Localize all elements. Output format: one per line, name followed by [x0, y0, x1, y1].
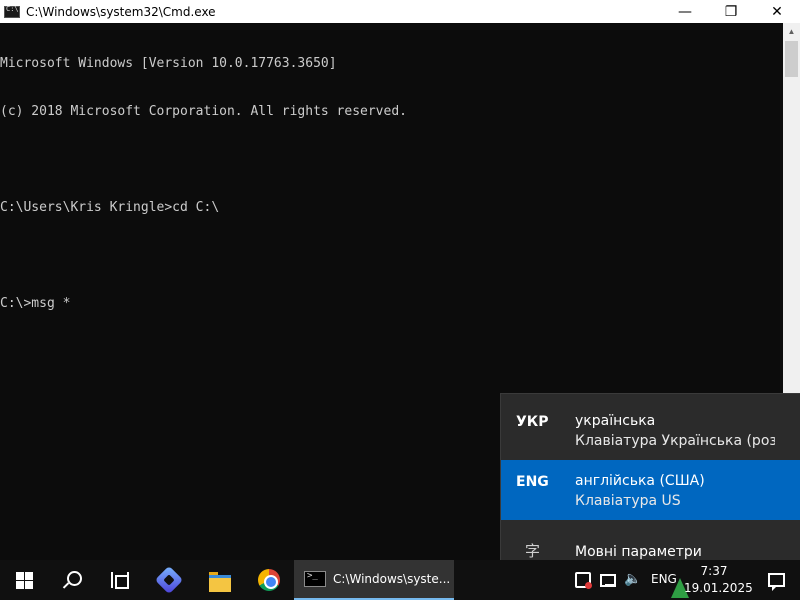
clock-time: 7:37 — [700, 564, 728, 578]
language-settings-link[interactable]: 字 Мовні параметри — [501, 534, 800, 561]
search-button[interactable] — [48, 560, 96, 600]
language-code: УКР — [516, 414, 549, 430]
taskbar-cmd-window[interactable]: C:\Windows\syste... — [294, 560, 454, 600]
chrome-button[interactable] — [245, 560, 293, 600]
maximize-button[interactable]: ❐ — [708, 0, 754, 23]
language-name: англійська (США) — [575, 473, 705, 489]
clock[interactable]: 7:37 19.01.2025 — [684, 563, 753, 597]
cmd-app-icon[interactable] — [4, 5, 20, 18]
file-explorer-button[interactable] — [196, 560, 244, 600]
volume-icon[interactable]: 🔈 — [624, 570, 642, 587]
language-name: українська — [575, 413, 656, 429]
notification-icon — [767, 573, 785, 591]
clock-date: 19.01.2025 — [684, 581, 753, 595]
keyboard-layout: Клавіатура US — [575, 493, 681, 509]
language-flyout: УКР українська Клавіатура Українська (ро… — [500, 393, 800, 560]
language-settings-icon: 字 — [525, 542, 541, 560]
scroll-up-arrow-icon[interactable]: ▲ — [783, 23, 800, 40]
scroll-thumb[interactable] — [785, 41, 798, 77]
folder-icon — [209, 571, 231, 592]
close-button[interactable]: ✕ — [754, 0, 800, 23]
power-automate-button[interactable] — [145, 560, 193, 600]
language-code: ENG — [516, 474, 549, 490]
console-line: Microsoft Windows [Version 10.0.17763.36… — [0, 56, 337, 71]
language-item-ukrainian[interactable]: УКР українська Клавіатура Українська (ро… — [501, 400, 800, 460]
cmd-icon — [304, 571, 326, 587]
task-view-button[interactable] — [96, 560, 144, 600]
window-title: C:\Windows\system32\Cmd.exe — [26, 4, 216, 19]
start-button[interactable] — [0, 560, 48, 600]
power-automate-icon — [154, 565, 184, 595]
minimize-button[interactable]: — — [662, 0, 708, 23]
windows-logo-icon — [15, 571, 33, 589]
console-line: (c) 2018 Microsoft Corporation. All righ… — [0, 104, 407, 119]
task-view-icon — [111, 572, 129, 589]
security-shield-icon[interactable] — [575, 572, 592, 589]
window-titlebar[interactable]: C:\Windows\system32\Cmd.exe — ❐ ✕ — [0, 0, 800, 23]
language-item-english[interactable]: ENG англійська (США) Клавіатура US — [501, 460, 800, 520]
console-line: C:\Users\Kris Kringle>cd C:\ — [0, 200, 220, 215]
network-icon[interactable] — [600, 572, 618, 588]
keyboard-layout: Клавіатура Українська (роз... — [575, 433, 775, 449]
console-prompt-line: C:\>msg * — [0, 296, 71, 311]
chrome-icon — [258, 569, 280, 591]
action-center-button[interactable] — [752, 560, 800, 600]
taskbar: C:\Windows\syste... 🔈 ENG 7:37 19.01.202… — [0, 560, 800, 600]
language-settings-label: Мовні параметри — [575, 544, 702, 560]
search-icon — [63, 571, 82, 589]
taskbar-window-label: C:\Windows\syste... — [333, 572, 451, 586]
